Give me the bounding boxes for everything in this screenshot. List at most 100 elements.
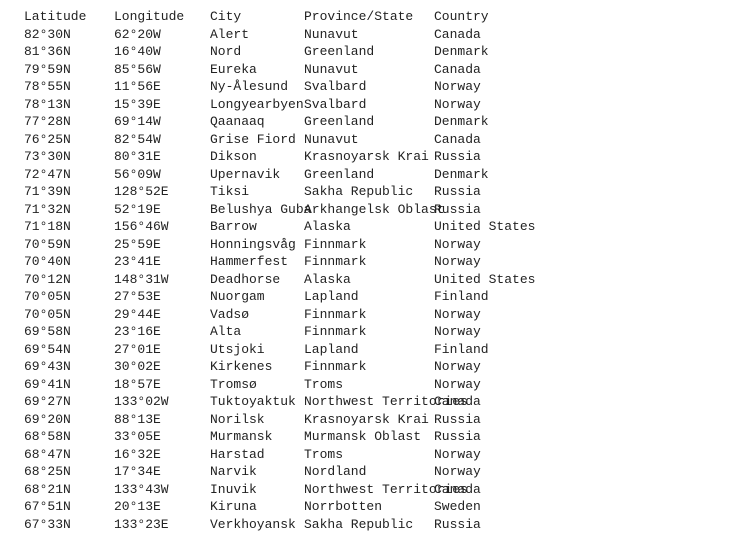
table-row: 71°18N156°46WBarrowAlaskaUnited States: [24, 218, 747, 236]
city-cell: Nuorgam: [210, 288, 304, 306]
table-row: 67°33N133°23EVerkhoyanskSakha RepublicRu…: [24, 516, 747, 534]
longitude-cell: 33°05E: [114, 428, 210, 446]
longitude-cell: 27°53E: [114, 288, 210, 306]
city-cell: Tiksi: [210, 183, 304, 201]
latitude-cell: 67°33N: [24, 516, 114, 534]
latitude-cell: 68°47N: [24, 446, 114, 464]
table-row: 69°58N23°16EAltaFinnmarkNorway: [24, 323, 747, 341]
country-cell: Norway: [434, 358, 574, 376]
province-cell: Greenland: [304, 166, 434, 184]
city-cell: Honningsvåg: [210, 236, 304, 254]
latitude-cell: 71°18N: [24, 218, 114, 236]
country-cell: Russia: [434, 516, 574, 534]
latitude-cell: 69°43N: [24, 358, 114, 376]
province-cell: Nunavut: [304, 61, 434, 79]
latitude-cell: 71°39N: [24, 183, 114, 201]
longitude-cell: 148°31W: [114, 271, 210, 289]
province-cell: Northwest Territories: [304, 393, 434, 411]
longitude-cell: 62°20W: [114, 26, 210, 44]
latitude-cell: 68°21N: [24, 481, 114, 499]
province-cell: Arkhangelsk Oblast: [304, 201, 434, 219]
table-row: 82°30N62°20WAlertNunavutCanada: [24, 26, 747, 44]
country-cell: Canada: [434, 481, 574, 499]
table-row: 69°54N27°01EUtsjokiLaplandFinland: [24, 341, 747, 359]
latitude-cell: 82°30N: [24, 26, 114, 44]
country-cell: Russia: [434, 183, 574, 201]
table-row: 72°47N56°09WUpernavikGreenlandDenmark: [24, 166, 747, 184]
city-cell: Inuvik: [210, 481, 304, 499]
latitude-cell: Latitude: [24, 8, 114, 26]
table-row: 69°43N30°02EKirkenesFinnmarkNorway: [24, 358, 747, 376]
table-row: 71°32N52°19EBelushya GubaArkhangelsk Obl…: [24, 201, 747, 219]
country-cell: Canada: [434, 131, 574, 149]
latitude-cell: 81°36N: [24, 43, 114, 61]
province-cell: Krasnoyarsk Krai: [304, 411, 434, 429]
table-row: 76°25N82°54WGrise FiordNunavutCanada: [24, 131, 747, 149]
table-row: 78°13N15°39ELongyearbyenSvalbardNorway: [24, 96, 747, 114]
latitude-cell: 68°25N: [24, 463, 114, 481]
country-cell: Russia: [434, 201, 574, 219]
province-cell: Norrbotten: [304, 498, 434, 516]
longitude-cell: 18°57E: [114, 376, 210, 394]
country-cell: Denmark: [434, 166, 574, 184]
table-row: 68°47N16°32EHarstadTromsNorway: [24, 446, 747, 464]
province-cell: Alaska: [304, 271, 434, 289]
table-row: 70°05N27°53ENuorgamLaplandFinland: [24, 288, 747, 306]
longitude-cell: 56°09W: [114, 166, 210, 184]
province-cell: Lapland: [304, 288, 434, 306]
longitude-cell: 30°02E: [114, 358, 210, 376]
province-cell: Troms: [304, 446, 434, 464]
table-row: 70°40N23°41EHammerfestFinnmarkNorway: [24, 253, 747, 271]
country-cell: Norway: [434, 236, 574, 254]
latitude-cell: 70°40N: [24, 253, 114, 271]
province-cell: Finnmark: [304, 323, 434, 341]
longitude-cell: 133°23E: [114, 516, 210, 534]
province-cell: Sakha Republic: [304, 516, 434, 534]
province-cell: Alaska: [304, 218, 434, 236]
country-cell: Russia: [434, 148, 574, 166]
latitude-cell: 69°27N: [24, 393, 114, 411]
longitude-cell: 23°16E: [114, 323, 210, 341]
country-cell: United States: [434, 271, 574, 289]
country-cell: Norway: [434, 306, 574, 324]
header-row: LatitudeLongitudeCityProvince/StateCount…: [24, 8, 747, 26]
longitude-cell: 80°31E: [114, 148, 210, 166]
city-cell: Kirkenes: [210, 358, 304, 376]
table-row: 77°28N69°14WQaanaaqGreenlandDenmark: [24, 113, 747, 131]
city-cell: Dikson: [210, 148, 304, 166]
table-row: 73°30N80°31EDiksonKrasnoyarsk KraiRussia: [24, 148, 747, 166]
latitude-cell: 79°59N: [24, 61, 114, 79]
province-cell: Murmansk Oblast: [304, 428, 434, 446]
country-cell: Norway: [434, 96, 574, 114]
longitude-cell: 27°01E: [114, 341, 210, 359]
table-row: 69°41N18°57ETromsøTromsNorway: [24, 376, 747, 394]
latitude-cell: 70°12N: [24, 271, 114, 289]
latitude-cell: 68°58N: [24, 428, 114, 446]
latitude-cell: 76°25N: [24, 131, 114, 149]
city-cell: Narvik: [210, 463, 304, 481]
city-cell: Alert: [210, 26, 304, 44]
country-cell: Norway: [434, 376, 574, 394]
city-cell: City: [210, 8, 304, 26]
table-row: 69°20N88°13ENorilskKrasnoyarsk KraiRussi…: [24, 411, 747, 429]
city-cell: Deadhorse: [210, 271, 304, 289]
latitude-cell: 78°13N: [24, 96, 114, 114]
country-cell: Denmark: [434, 43, 574, 61]
data-table: LatitudeLongitudeCityProvince/StateCount…: [24, 8, 747, 533]
city-cell: Murmansk: [210, 428, 304, 446]
country-cell: Norway: [434, 463, 574, 481]
latitude-cell: 70°05N: [24, 306, 114, 324]
province-cell: Nunavut: [304, 26, 434, 44]
longitude-cell: 69°14W: [114, 113, 210, 131]
country-cell: Russia: [434, 411, 574, 429]
longitude-cell: 133°02W: [114, 393, 210, 411]
country-cell: Norway: [434, 78, 574, 96]
latitude-cell: 72°47N: [24, 166, 114, 184]
table-row: 68°58N33°05EMurmanskMurmansk OblastRussi…: [24, 428, 747, 446]
table-row: 71°39N128°52ETiksiSakha RepublicRussia: [24, 183, 747, 201]
longitude-cell: 16°40W: [114, 43, 210, 61]
city-cell: Upernavik: [210, 166, 304, 184]
longitude-cell: 25°59E: [114, 236, 210, 254]
table-row: 70°05N29°44EVadsøFinnmarkNorway: [24, 306, 747, 324]
country-cell: Canada: [434, 61, 574, 79]
